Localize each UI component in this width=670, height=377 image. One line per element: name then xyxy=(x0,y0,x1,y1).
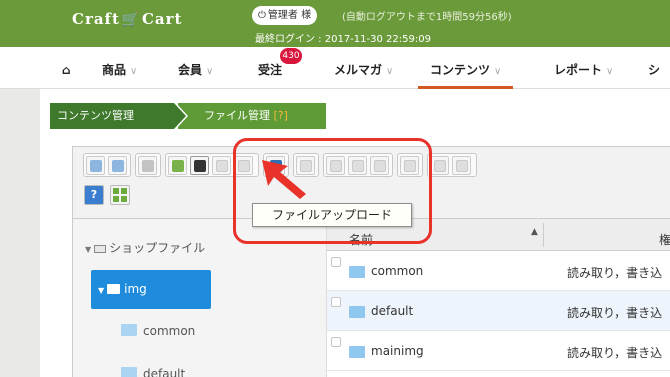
session-timer: (自動ログアウトまで1時間59分56秒) xyxy=(342,12,512,23)
reload-button[interactable] xyxy=(168,156,187,175)
tree-item-img[interactable]: ▼ img xyxy=(91,270,211,309)
sidebar-strip xyxy=(0,89,40,377)
archive-button[interactable] xyxy=(430,156,449,175)
folder-up-icon xyxy=(142,160,154,172)
logo-text-right: Cart xyxy=(141,10,183,28)
nav-item-label: 受注 xyxy=(258,63,283,77)
tree-root-shop-files[interactable]: ▼ ショップファイル xyxy=(85,239,205,256)
nav-item-contents[interactable]: コンテンツ ∨ xyxy=(418,47,514,89)
file-permission: 読み取り，書き込 xyxy=(567,306,663,320)
nav-item-members[interactable]: 会員 ∨ xyxy=(178,47,213,89)
last-login: 最終ログイン : 2017-11-30 22:59:09 xyxy=(255,34,431,45)
sort-asc-icon: ▲ xyxy=(531,227,538,237)
user-label: 管理者 様 xyxy=(267,10,312,21)
file-row[interactable]: common 読み取り，書き込 xyxy=(327,251,670,291)
folder-icon xyxy=(349,306,365,318)
forward-button[interactable] xyxy=(108,156,127,175)
nav-item-products[interactable]: 商品 ∨ xyxy=(102,47,137,89)
nav-button-group xyxy=(83,153,131,177)
column-header-permission[interactable]: 権 xyxy=(659,231,670,248)
breadcrumb-current: ファイル管理 [?] xyxy=(178,103,326,129)
row-checkbox[interactable] xyxy=(331,297,341,307)
nav-item-label: 商品 xyxy=(102,63,127,77)
nav-item-label: レポート xyxy=(554,63,603,77)
arrow-left-icon xyxy=(90,160,102,172)
up-button-group xyxy=(135,153,161,177)
home-icon[interactable]: ⌂ xyxy=(62,47,71,89)
cart-icon: 🛒 xyxy=(121,12,141,28)
upload-file-button[interactable] xyxy=(190,156,209,175)
logo[interactable]: Craft 🛒 Cart xyxy=(72,10,182,28)
tree-item-label: default xyxy=(143,367,186,377)
tree-item-common[interactable]: common xyxy=(121,324,195,338)
nav-item-label: コンテンツ xyxy=(430,63,491,77)
extract-button[interactable] xyxy=(452,156,471,175)
folder-icon xyxy=(107,284,121,294)
app-header: Craft 🛒 Cart ⏻ 管理者 様 (自動ログアウトまで1時間59分56秒) 最… xyxy=(0,0,670,47)
expand-icon-part xyxy=(113,196,119,202)
tree-item-label: img xyxy=(124,282,147,296)
caret-down-icon: ▼ xyxy=(85,245,92,254)
tree-item-default[interactable]: default xyxy=(121,367,185,377)
main-nav: ⌂ 商品 ∨ 会員 ∨ 受注 メルマガ ∨ コンテンツ ∨ レポート ∨ シ xyxy=(0,47,670,89)
upload-icon xyxy=(194,160,206,172)
nav-item-mailmagazine[interactable]: メルマガ ∨ xyxy=(334,47,393,89)
pointer-arrow-icon xyxy=(262,160,306,199)
extract-icon xyxy=(456,160,468,172)
breadcrumb-label: ファイル管理 xyxy=(204,109,270,122)
tree-root-label: ショップファイル xyxy=(109,241,206,255)
help-link[interactable]: [?] xyxy=(274,109,288,122)
expand-icon-part xyxy=(121,188,127,194)
row-checkbox[interactable] xyxy=(331,257,341,267)
nav-item-system[interactable]: シ xyxy=(648,47,660,89)
folder-icon xyxy=(121,367,137,377)
copy-icon xyxy=(216,160,228,172)
folder-icon xyxy=(349,266,365,278)
drive-icon xyxy=(94,244,107,253)
file-name: common xyxy=(371,264,424,278)
logo-text-left: Craft xyxy=(72,10,120,28)
folder-icon xyxy=(121,324,137,336)
caret-down-icon: ▼ xyxy=(98,286,105,295)
file-name: mainimg xyxy=(371,344,424,358)
folder-icon xyxy=(349,346,365,358)
copy-button[interactable] xyxy=(212,156,231,175)
expand-icon-part xyxy=(121,196,127,202)
nav-item-orders[interactable]: 受注 xyxy=(258,47,282,89)
file-name: default xyxy=(371,304,414,318)
power-icon: ⏻ xyxy=(258,10,266,21)
file-permission: 読み取り，書き込 xyxy=(567,346,663,360)
extra-button-group xyxy=(427,153,477,177)
nav-item-label: 会員 xyxy=(178,63,203,77)
chevron-down-icon: ∨ xyxy=(606,66,614,77)
back-button[interactable] xyxy=(86,156,105,175)
user-menu[interactable]: ⏻ 管理者 様 xyxy=(252,6,318,25)
column-divider[interactable] xyxy=(543,223,544,247)
arrow-right-icon xyxy=(112,160,124,172)
chevron-down-icon: ∨ xyxy=(130,66,138,77)
order-count-badge: 430 xyxy=(280,48,302,64)
nav-item-label: メルマガ xyxy=(334,63,383,77)
nav-item-label: シ xyxy=(648,63,661,77)
file-row[interactable]: mainimg 読み取り，書き込 xyxy=(327,331,670,371)
nav-item-report[interactable]: レポート ∨ xyxy=(554,47,613,89)
file-row[interactable]: default 読み取り，書き込 xyxy=(327,291,670,331)
chevron-down-icon: ∨ xyxy=(386,66,394,77)
fullscreen-button[interactable] xyxy=(110,185,130,205)
breadcrumb-label: コンテンツ管理 xyxy=(57,109,134,122)
chevron-down-icon: ∨ xyxy=(206,66,214,77)
expand-icon xyxy=(113,188,119,194)
breadcrumb-parent[interactable]: コンテンツ管理 xyxy=(50,103,174,129)
breadcrumb-arrow xyxy=(174,103,186,129)
chevron-down-icon: ∨ xyxy=(494,66,502,77)
up-button[interactable] xyxy=(138,156,157,175)
tree-item-label: common xyxy=(143,324,196,338)
file-permission: 読み取り，書き込 xyxy=(567,266,663,280)
reload-icon xyxy=(172,160,184,172)
row-checkbox[interactable] xyxy=(331,337,341,347)
help-button[interactable]: ? xyxy=(84,185,104,205)
archive-icon xyxy=(434,160,446,172)
